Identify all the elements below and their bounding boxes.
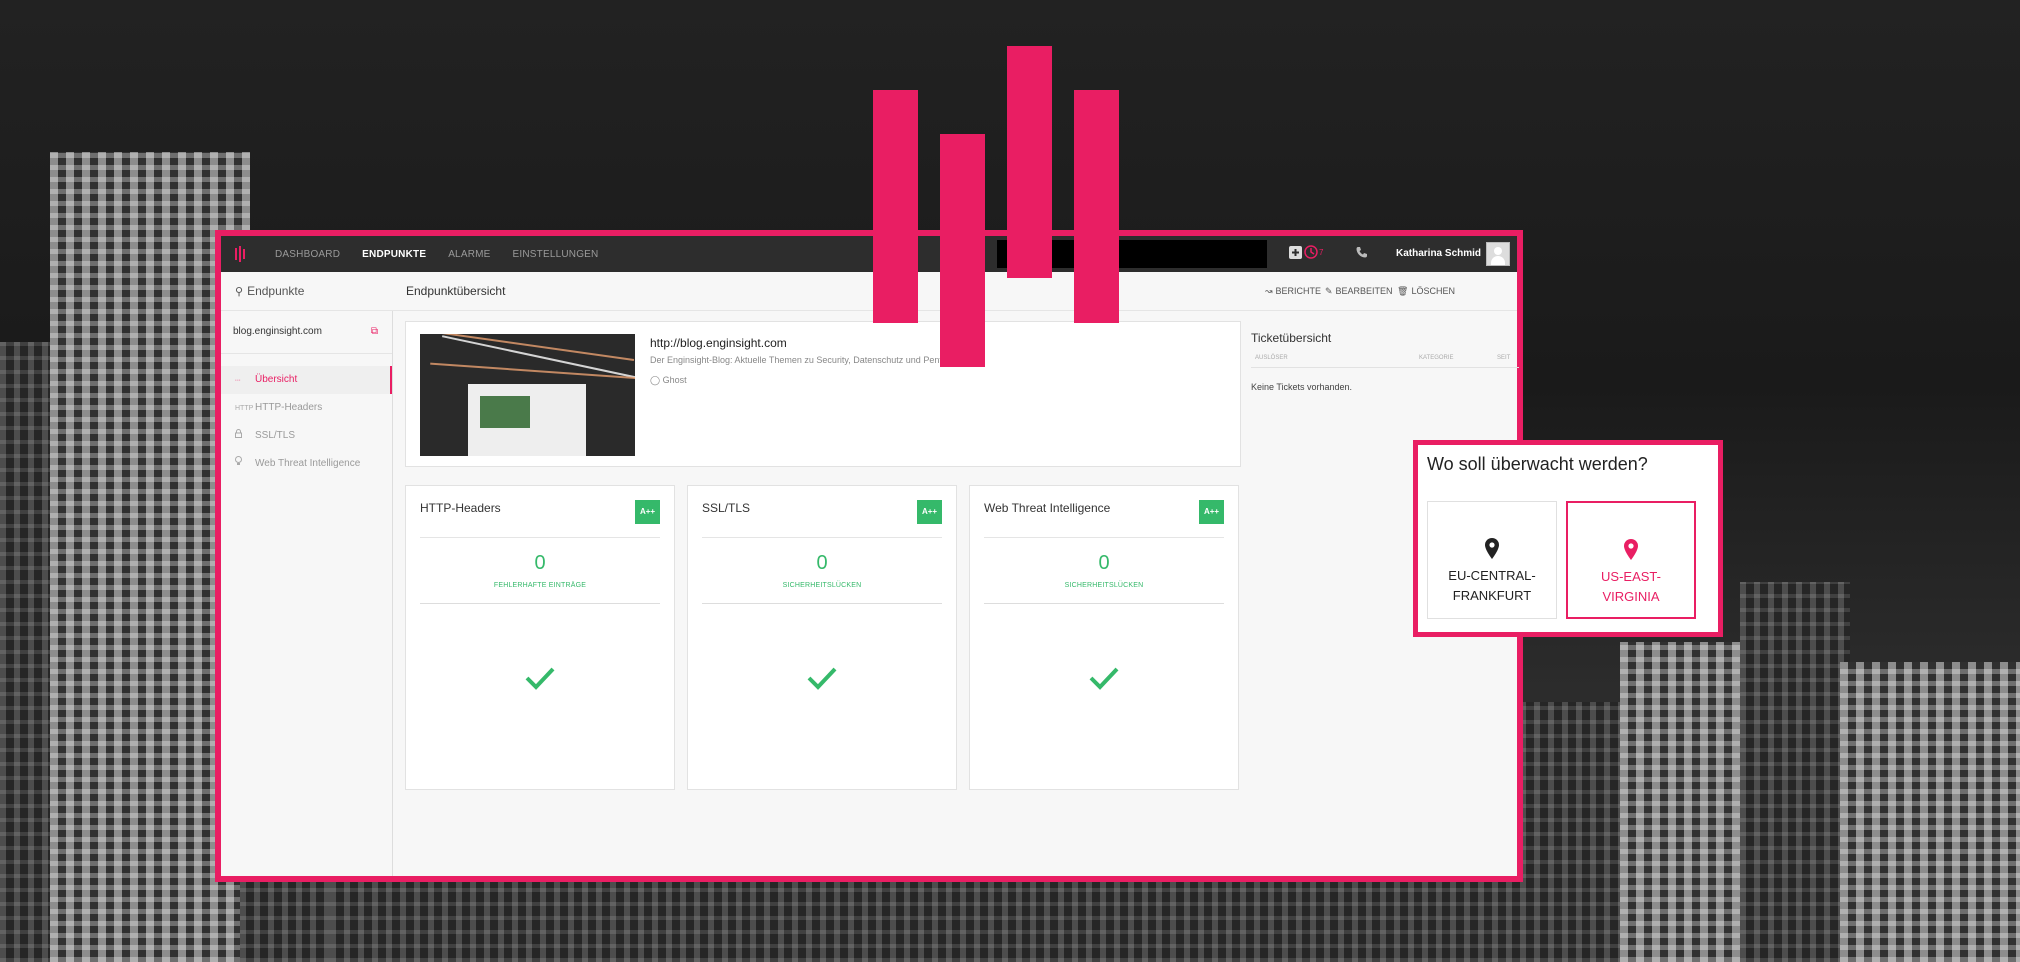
module-count-label: SICHERHEITSLÜCKEN xyxy=(1064,582,1144,589)
location-popup: Wo soll überwacht werden? EU-CENTRAL-FRA… xyxy=(1413,440,1723,637)
nav-einstellungen[interactable]: EINSTELLUNGEN xyxy=(513,249,599,260)
pulse-icon: ∙∙∙ xyxy=(235,377,241,384)
site-cms-label: Ghost xyxy=(662,375,687,385)
module-title: Web Threat Intelligence xyxy=(984,501,1111,515)
site-description: Der Enginsight-Blog: Aktuelle Themen zu … xyxy=(650,355,966,365)
page-title: Endpunktübersicht xyxy=(406,284,506,298)
site-card: http://blog.enginsight.com Der Enginsigh… xyxy=(405,321,1241,467)
sidebar-heading: ⚲ Endpunkte xyxy=(221,272,392,311)
user-name[interactable]: Katharina Schmid xyxy=(1396,248,1481,259)
top-navbar: DASHBOARD ENDPUNKTE ALARME EINSTELLUNGEN… xyxy=(221,236,1517,272)
app-window: DASHBOARD ENDPUNKTE ALARME EINSTELLUNGEN… xyxy=(215,230,1523,882)
sidebar-item-label: HTTP-Headers xyxy=(255,402,323,413)
sidebar: ⚲ Endpunkte blog.enginsight.com ⧉ ∙∙∙ Über… xyxy=(221,272,393,876)
map-pin-icon xyxy=(1568,539,1694,561)
reports-label: BERICHTE xyxy=(1275,286,1322,296)
alarm-count: 7 xyxy=(1319,248,1324,257)
building xyxy=(1840,662,2020,962)
tickets-title: Ticketübersicht xyxy=(1251,331,1332,345)
nav-endpunkte[interactable]: ENDPUNKTE xyxy=(362,249,426,260)
building xyxy=(1620,642,1750,962)
tickets-panel: Ticketübersicht AUSLÖSER KATEGORIE SEIT … xyxy=(1251,321,1519,392)
tickets-empty: Keine Tickets vorhanden. xyxy=(1251,382,1353,392)
logo-bar xyxy=(1074,90,1119,323)
map-pin-icon xyxy=(1428,538,1556,560)
location-us-east[interactable]: US-EAST-VIRGINIA xyxy=(1566,501,1696,619)
phone-icon[interactable] xyxy=(1356,246,1368,261)
chart-icon: ↝ xyxy=(1265,286,1273,296)
brand-logo-icon[interactable] xyxy=(227,241,253,267)
col-since[interactable]: SEIT xyxy=(1497,355,1510,361)
tickets-header: AUSLÖSER KATEGORIE SEIT xyxy=(1251,351,1519,368)
endpoints-icon: ⚲ xyxy=(235,286,244,298)
sidebar-item-web-threat[interactable]: Web Threat Intelligence xyxy=(221,450,392,478)
building xyxy=(1740,582,1850,962)
building xyxy=(1520,702,1630,962)
check-icon xyxy=(970,666,1238,695)
lock-icon xyxy=(235,423,255,451)
logo-bar xyxy=(873,90,918,323)
sidebar-heading-label: Endpunkte xyxy=(247,284,305,298)
sidebar-item-uebersicht[interactable]: ∙∙∙ Übersicht xyxy=(221,366,392,394)
alarm-icon[interactable] xyxy=(1304,245,1318,262)
grade-badge: A++ xyxy=(635,500,660,524)
trash-icon: 🗑 xyxy=(1397,286,1409,296)
building xyxy=(330,872,1530,962)
pencil-icon: ✎ xyxy=(1325,286,1333,296)
site-screenshot xyxy=(420,334,635,456)
sidebar-item-ssl-tls[interactable]: SSL/TLS xyxy=(221,422,392,450)
module-card-ssl-tls[interactable]: SSL/TLS A++ 0 SICHERHEITSLÜCKEN xyxy=(687,485,957,790)
logo-bar xyxy=(940,134,985,367)
module-count-label: SICHERHEITSLÜCKEN xyxy=(782,582,862,589)
reports-button[interactable]: ↝ BERICHTE xyxy=(1265,286,1321,297)
module-count-label: FEHLERHAFTE EINTRÄGE xyxy=(493,582,587,589)
location-name: EU-CENTRAL-FRANKFURT xyxy=(1448,568,1536,603)
sidebar-site-label: blog.enginsight.com xyxy=(233,326,322,337)
site-url[interactable]: http://blog.enginsight.com xyxy=(650,336,787,350)
module-title: SSL/TLS xyxy=(702,501,751,515)
module-title: HTTP-Headers xyxy=(420,501,501,515)
sidebar-site[interactable]: blog.enginsight.com ⧉ xyxy=(221,311,392,354)
globe-icon: ◯ xyxy=(650,375,663,385)
module-card-web-threat[interactable]: Web Threat Intelligence A++ 0 SICHERHEIT… xyxy=(969,485,1239,790)
location-eu-central[interactable]: EU-CENTRAL-FRANKFURT xyxy=(1427,501,1557,619)
add-icon[interactable] xyxy=(1289,246,1302,262)
delete-label: LÖSCHEN xyxy=(1411,286,1455,296)
module-count: 0 xyxy=(534,552,546,574)
module-card-http-headers[interactable]: HTTP-Headers A++ 0 FEHLERHAFTE EINTRÄGE xyxy=(405,485,675,790)
bulb-icon xyxy=(235,451,255,479)
site-cms: ◯ Ghost xyxy=(650,375,687,386)
sidebar-item-label: SSL/TLS xyxy=(255,430,296,441)
col-category[interactable]: KATEGORIE xyxy=(1419,355,1454,361)
nav-dashboard[interactable]: DASHBOARD xyxy=(275,249,340,260)
avatar[interactable] xyxy=(1486,242,1510,266)
nav-alarme[interactable]: ALARME xyxy=(448,249,490,260)
check-icon xyxy=(688,666,956,695)
popup-title: Wo soll überwacht werden? xyxy=(1427,454,1648,474)
sidebar-item-label: Web Threat Intelligence xyxy=(255,458,361,469)
check-icon xyxy=(406,666,674,695)
http-icon: HTTP xyxy=(235,405,254,412)
col-trigger[interactable]: AUSLÖSER xyxy=(1255,355,1288,361)
module-count: 0 xyxy=(816,552,828,574)
location-name: US-EAST-VIRGINIA xyxy=(1601,569,1661,604)
logo-bar xyxy=(1007,46,1052,278)
edit-label: BEARBEITEN xyxy=(1335,286,1393,296)
grade-badge: A++ xyxy=(1199,500,1224,524)
grade-badge: A++ xyxy=(917,500,942,524)
edit-button[interactable]: ✎ BEARBEITEN xyxy=(1325,286,1393,297)
module-count: 0 xyxy=(1098,552,1110,574)
delete-button[interactable]: 🗑 LÖSCHEN xyxy=(1397,286,1455,297)
sidebar-item-label: Übersicht xyxy=(255,374,298,385)
external-link-icon[interactable]: ⧉ xyxy=(371,311,378,353)
sidebar-item-http-headers[interactable]: HTTP HTTP-Headers xyxy=(221,394,392,422)
